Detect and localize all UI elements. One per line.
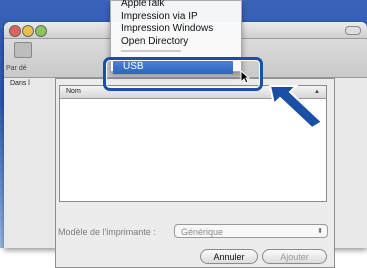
column-header-label: Nom (66, 88, 81, 95)
menu-item-ip[interactable]: Impression via IP (121, 11, 198, 22)
desktop-background: Par dé Dans l Nom ▲ Modèle de l'impriman… (0, 0, 367, 268)
sidebar-label: Dans l (10, 80, 30, 87)
minimize-window-button[interactable] (22, 25, 34, 37)
add-button[interactable]: Ajouter (262, 249, 327, 264)
cancel-button[interactable]: Annuler (200, 249, 258, 264)
menu-item-open-directory[interactable]: Open Directory (121, 36, 188, 47)
default-browser-icon[interactable] (14, 42, 32, 58)
printer-model-value: Générique (181, 227, 224, 237)
zoom-window-button[interactable] (35, 25, 47, 37)
printer-model-label: Modèle de l'imprimante : (58, 227, 156, 237)
mouse-pointer-icon (240, 70, 250, 84)
menu-item-windows[interactable]: Impression Windows (121, 23, 213, 34)
printer-model-select[interactable]: Générique ⬍ (174, 224, 328, 238)
select-arrows-icon: ⬍ (317, 228, 323, 235)
toolbar-label: Par dé (6, 65, 27, 72)
callout-highlight (103, 57, 263, 91)
callout-arrow-icon (268, 85, 324, 130)
toolbar-toggle-button[interactable] (345, 26, 361, 35)
menu-item-appletalk[interactable]: AppleTalk (121, 0, 164, 9)
menu-separator (121, 50, 181, 52)
close-window-button[interactable] (9, 25, 21, 37)
